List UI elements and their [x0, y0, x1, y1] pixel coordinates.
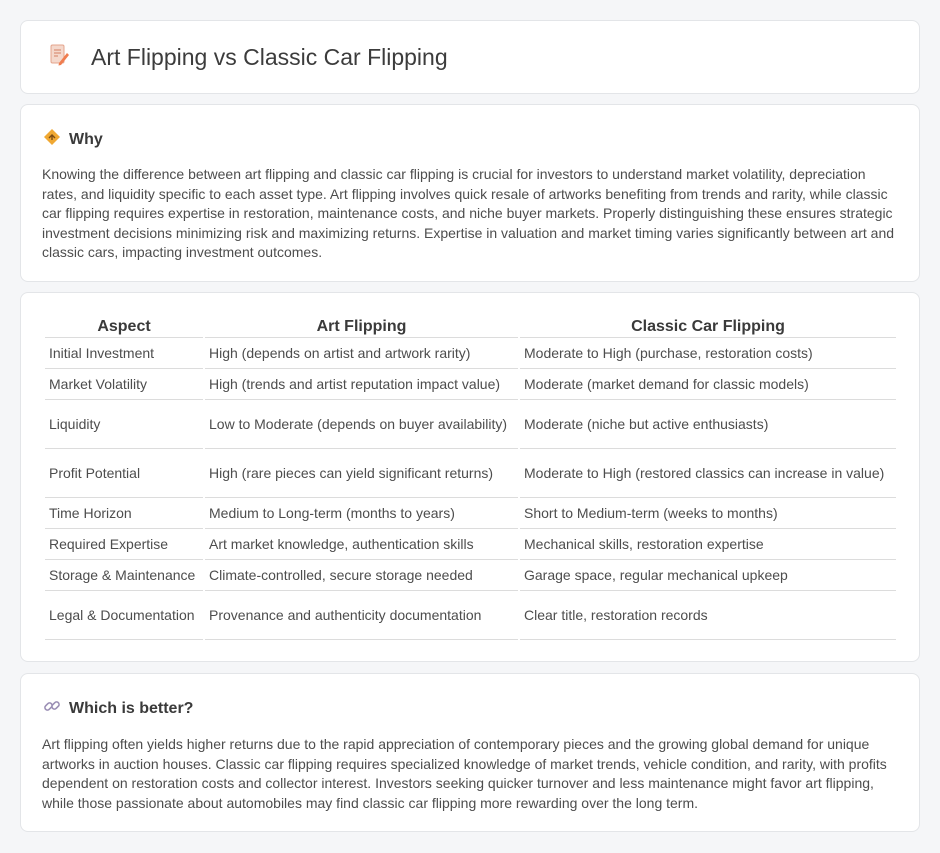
table-cell: Market Volatility	[45, 369, 203, 400]
table-row: Legal & Documentation Provenance and aut…	[45, 591, 896, 640]
table-cell: Storage & Maintenance	[45, 560, 203, 591]
table-cell: High (depends on artist and artwork rari…	[205, 338, 518, 369]
comparison-table: Aspect Art Flipping Classic Car Flipping…	[43, 315, 898, 640]
link-icon	[43, 697, 69, 720]
column-header-aspect: Aspect	[45, 315, 203, 338]
table-cell: Garage space, regular mechanical upkeep	[520, 560, 896, 591]
table-cell: Moderate (market demand for classic mode…	[520, 369, 896, 400]
table-row: Storage & Maintenance Climate-controlled…	[45, 560, 896, 591]
table-cell: Climate-controlled, secure storage neede…	[205, 560, 518, 591]
column-header-classic-car-flipping: Classic Car Flipping	[520, 315, 896, 338]
table-cell: Clear title, restoration records	[520, 591, 896, 640]
table-cell: Required Expertise	[45, 529, 203, 560]
table-row: Profit Potential High (rare pieces can y…	[45, 449, 896, 498]
table-row: Market Volatility High (trends and artis…	[45, 369, 896, 400]
why-section: Why Knowing the difference between art f…	[20, 104, 920, 282]
table-cell: Initial Investment	[45, 338, 203, 369]
page-title: Art Flipping vs Classic Car Flipping	[91, 43, 448, 70]
table-row: Time Horizon Medium to Long-term (months…	[45, 498, 896, 529]
which-is-better-section: Which is better? Art flipping often yiel…	[20, 673, 920, 832]
table-cell: Legal & Documentation	[45, 591, 203, 640]
table-cell: Time Horizon	[45, 498, 203, 529]
table-cell: Profit Potential	[45, 449, 203, 498]
table-row: Initial Investment High (depends on arti…	[45, 338, 896, 369]
document-pencil-icon	[47, 43, 91, 72]
table-cell: Moderate to High (purchase, restoration …	[520, 338, 896, 369]
table-row: Required Expertise Art market knowledge,…	[45, 529, 896, 560]
why-title: Why	[69, 130, 103, 148]
table-cell: Short to Medium-term (weeks to months)	[520, 498, 896, 529]
table-cell: Liquidity	[45, 400, 203, 449]
which-is-better-title: Which is better?	[69, 699, 194, 717]
diamond-sign-icon	[43, 128, 69, 151]
column-header-art-flipping: Art Flipping	[205, 315, 518, 338]
table-cell: Moderate to High (restored classics can …	[520, 449, 896, 498]
why-text: Knowing the difference between art flipp…	[42, 166, 895, 260]
table-cell: Art market knowledge, authentication ski…	[205, 529, 518, 560]
table-cell: Provenance and authenticity documentatio…	[205, 591, 518, 640]
table-cell: High (trends and artist reputation impac…	[205, 369, 518, 400]
table-cell: Moderate (niche but active enthusiasts)	[520, 400, 896, 449]
table-row: Liquidity Low to Moderate (depends on bu…	[45, 400, 896, 449]
table-cell: Medium to Long-term (months to years)	[205, 498, 518, 529]
comparison-card: Aspect Art Flipping Classic Car Flipping…	[20, 292, 920, 662]
which-is-better-text: Art flipping often yields higher returns…	[42, 736, 887, 811]
table-cell: High (rare pieces can yield significant …	[205, 449, 518, 498]
table-cell: Mechanical skills, restoration expertise	[520, 529, 896, 560]
table-cell: Low to Moderate (depends on buyer availa…	[205, 400, 518, 449]
header-card: Art Flipping vs Classic Car Flipping	[20, 20, 920, 94]
